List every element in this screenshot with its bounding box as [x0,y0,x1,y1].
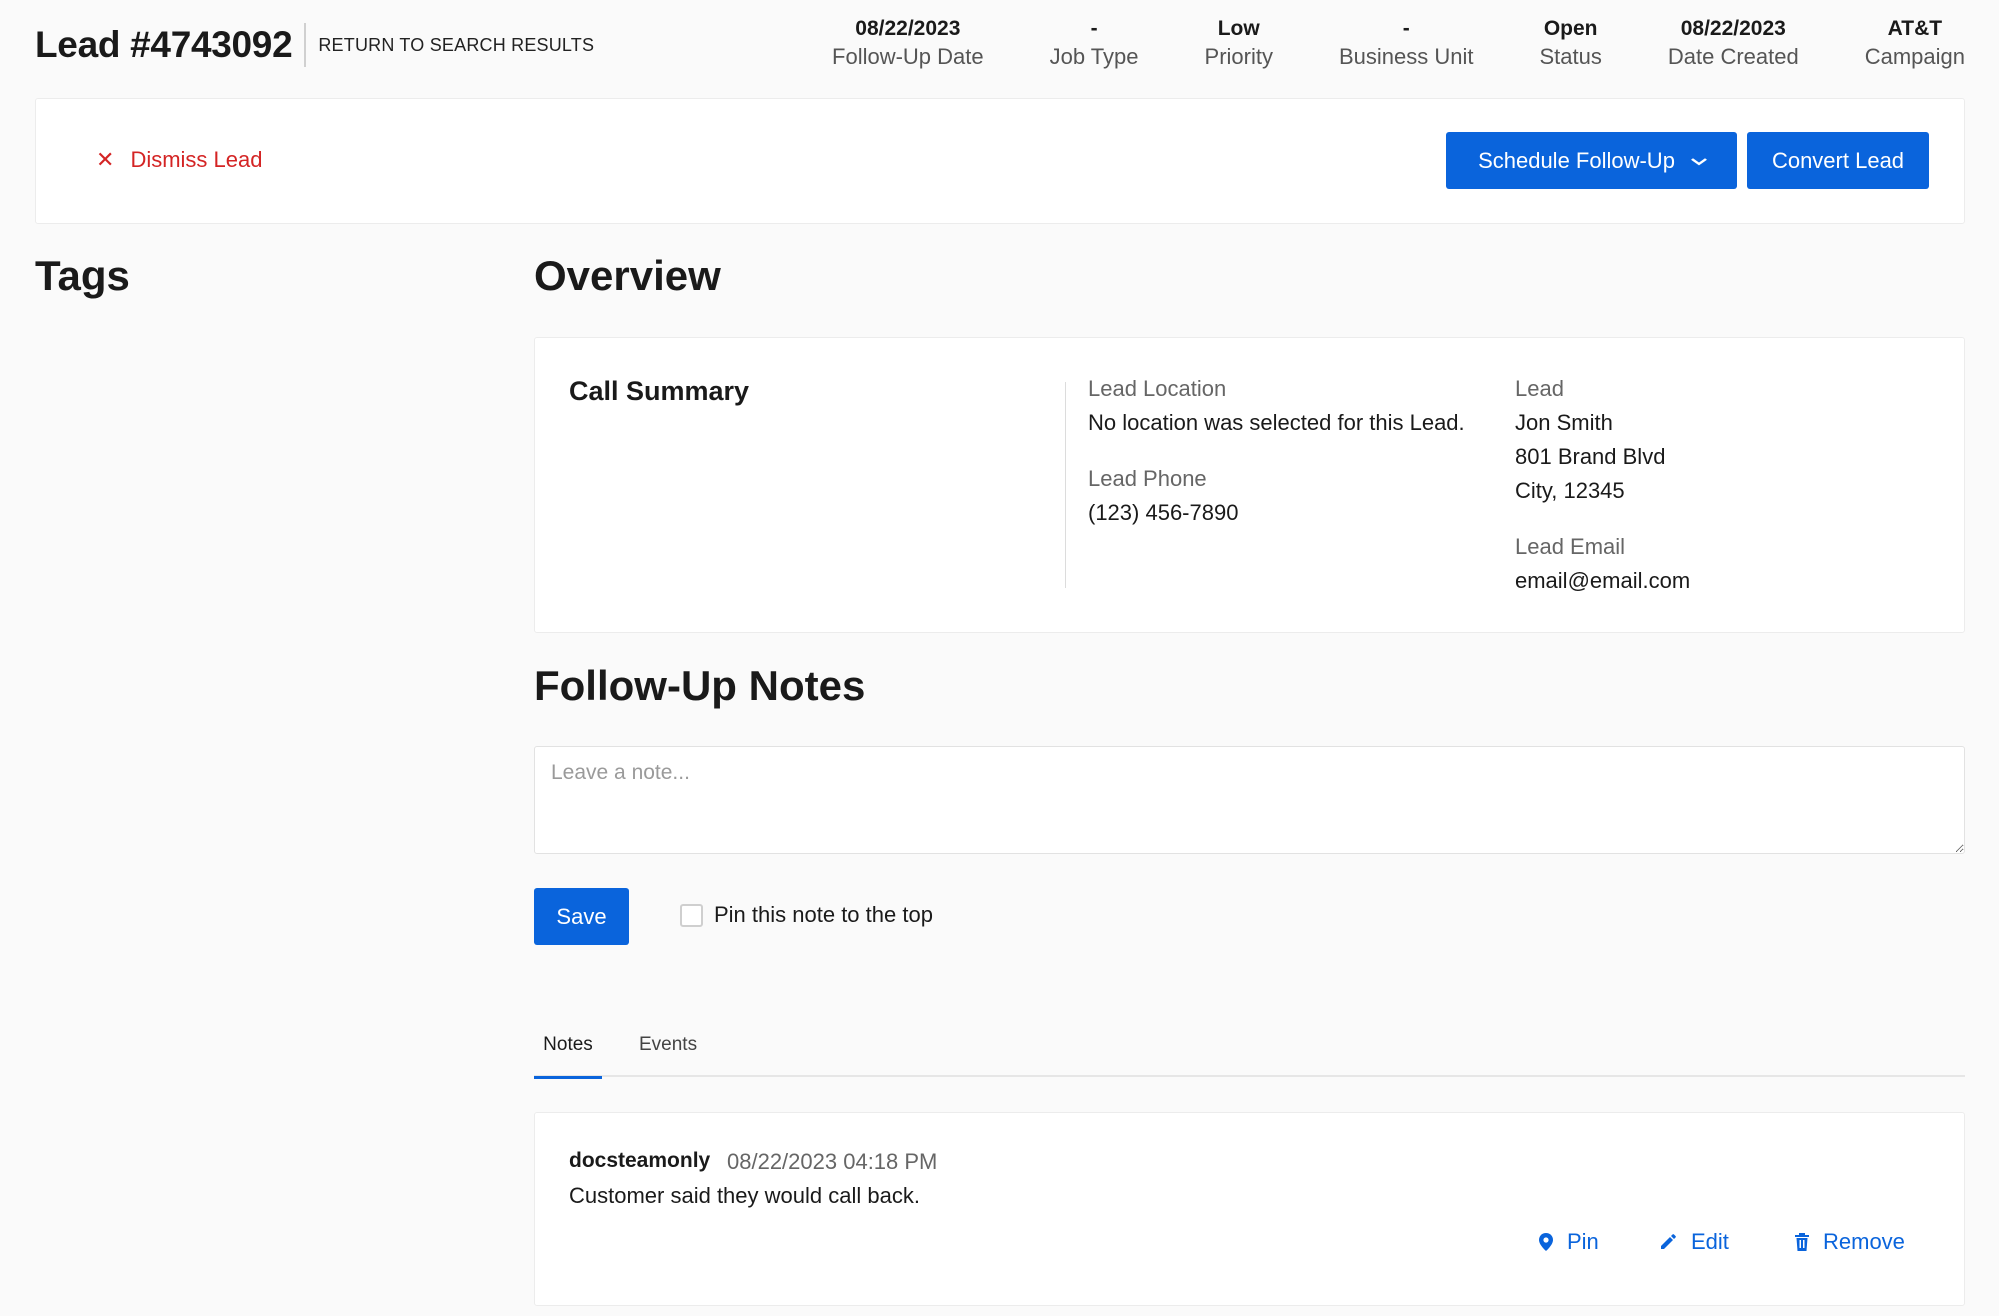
tab-notes[interactable]: Notes [534,1034,602,1079]
pin-label: Pin [1567,1229,1599,1254]
return-to-search-link[interactable]: RETURN TO SEARCH RESULTS [318,35,594,56]
field-value: (123) 456-7890 [1088,500,1239,525]
stat-value: 08/22/2023 [1680,17,1786,40]
lead-address-line2: City, 12345 [1515,478,1625,503]
stat-label: Status [1539,44,1602,69]
stat-job-type: - Job Type [1050,16,1139,72]
pin-note-label: Pin this note to the top [714,902,933,927]
schedule-follow-up-button[interactable]: Schedule Follow-Up [1446,132,1737,189]
note-input[interactable] [534,746,1965,854]
schedule-follow-up-label: Schedule Follow-Up [1478,147,1675,173]
dismiss-lead-label: Dismiss Lead [130,147,263,172]
stat-value: - [1090,17,1098,40]
stat-label: Campaign [1864,44,1965,69]
convert-lead-button[interactable]: Convert Lead [1747,132,1929,189]
page-title: Lead #4743092 [35,23,307,67]
map-pin-icon [1539,1233,1553,1251]
stat-priority: Low Priority [1205,16,1273,72]
tab-events[interactable]: Events [639,1034,697,1077]
pin-note-checkbox[interactable] [680,904,703,927]
stat-campaign: AT&T Campaign [1865,16,1965,72]
stat-label: Job Type [1049,44,1139,69]
chevron-down-icon [1690,153,1708,169]
tags-heading: Tags [35,252,130,299]
field-label: Lead Phone [1088,466,1207,491]
notes-tabs: Notes Events [534,1026,1965,1079]
note-author: docsteamonly [569,1149,711,1172]
stat-label: Priority [1204,44,1273,69]
action-bar: ✕ Dismiss Lead Schedule Follow-Up Conver… [35,98,1965,224]
remove-label: Remove [1823,1229,1905,1254]
lead-stats: 08/22/2023 Follow-Up Date - Job Type Low… [766,16,1965,72]
note-card: docsteamonly 08/22/2023 04:18 PM Custome… [534,1112,1965,1306]
stat-label: Business Unit [1338,44,1474,69]
field-label: Lead Location [1088,376,1227,401]
close-icon: ✕ [96,147,115,172]
stat-label: Follow-Up Date [832,44,984,69]
stat-value: Low [1217,17,1260,40]
pencil-icon [1661,1234,1676,1249]
lead-address-line1: 801 Brand Blvd [1515,444,1666,469]
field-value: email@email.com [1515,568,1691,593]
stat-label: Date Created [1667,44,1799,69]
lead-phone-field: Lead Phone (123) 456-7890 [1088,462,1238,530]
field-value: No location was selected for this Lead. [1088,410,1465,435]
edit-label: Edit [1691,1229,1729,1254]
lead-name: Jon Smith [1515,410,1613,435]
stat-value: 08/22/2023 [855,17,961,40]
edit-note-button[interactable]: Edit [1659,1229,1729,1255]
stat-date-created: 08/22/2023 Date Created [1668,16,1799,72]
pin-note-button[interactable]: Pin [1539,1229,1599,1255]
stat-follow-up-date: 08/22/2023 Follow-Up Date [832,16,984,72]
remove-note-button[interactable]: Remove [1795,1229,1905,1255]
dismiss-lead-button[interactable]: ✕ Dismiss Lead [96,147,262,173]
lead-location-field: Lead Location No location was selected f… [1088,372,1465,440]
save-note-button[interactable]: Save [534,888,629,945]
stat-status: Open Status [1539,16,1601,72]
stat-value: AT&T [1887,17,1943,40]
overview-heading: Overview [534,252,721,299]
field-label: Lead [1515,376,1564,401]
stat-value: Open [1543,17,1598,40]
stat-business-unit: - Business Unit [1339,16,1474,72]
lead-email-field: Lead Email email@email.com [1515,530,1690,598]
note-timestamp: 08/22/2023 04:18 PM [727,1149,938,1174]
trash-icon [1795,1233,1809,1251]
field-label: Lead Email [1515,534,1626,559]
stat-value: - [1402,17,1410,40]
divider [1065,382,1066,588]
follow-up-notes-heading: Follow-Up Notes [534,662,866,709]
overview-card: Call Summary Lead Location No location w… [534,337,1965,633]
lead-contact-field: Lead Jon Smith 801 Brand Blvd City, 1234… [1515,372,1665,508]
note-body: Customer said they would call back. [569,1183,920,1208]
page-header: Lead #4743092 RETURN TO SEARCH RESULTS 0… [35,0,1965,90]
call-summary-title: Call Summary [569,376,750,406]
